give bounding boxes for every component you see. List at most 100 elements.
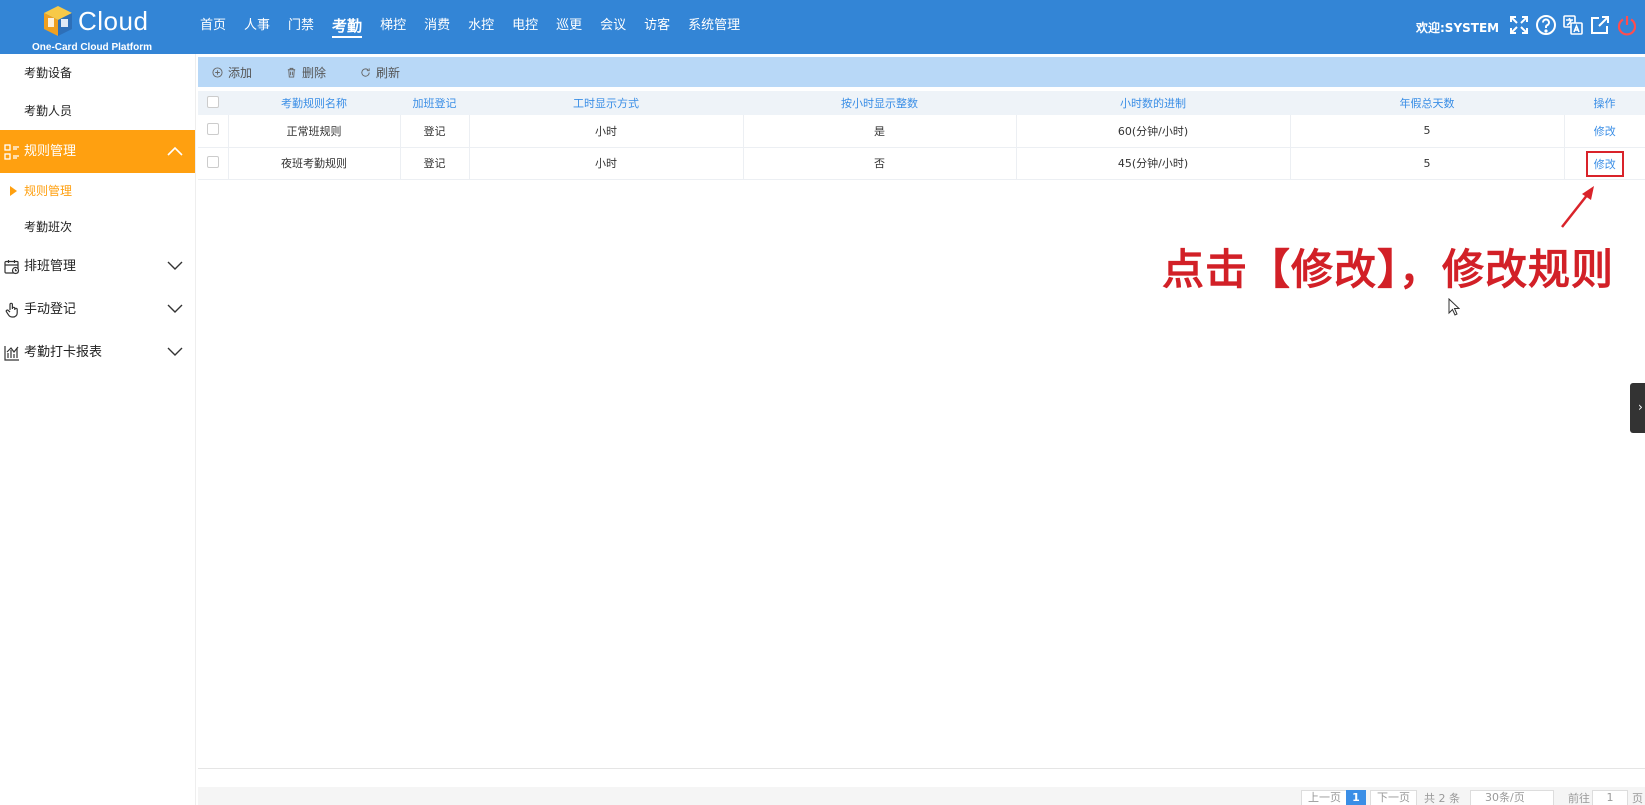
cell-hour-base: 60(分钟/小时) [1016, 115, 1291, 148]
sidebar: 考勤设备 考勤人员 规则管理 规则管理 考勤班次 排班管理 手动登记 考勤打卡报… [0, 54, 196, 805]
cell-integer: 是 [743, 115, 1017, 148]
list-icon [4, 144, 19, 160]
total-count: 共 2 条 [1424, 792, 1460, 805]
chevron-right-icon: › [1638, 400, 1643, 414]
select-all-cell [198, 91, 228, 115]
sidebar-group-schedule[interactable]: 排班管理 [0, 245, 195, 288]
header-tools [1508, 14, 1643, 36]
nav-visitor[interactable]: 访客 [644, 0, 670, 54]
sidebar-group-label: 考勤打卡报表 [24, 345, 103, 360]
select-all-checkbox[interactable] [207, 95, 219, 108]
delete-button[interactable]: 删除 [286, 64, 326, 81]
refresh-button-label: 刷新 [376, 65, 401, 80]
nav-elevator[interactable]: 梯控 [380, 0, 406, 54]
divider [198, 768, 1645, 769]
nav-consumption[interactable]: 消费 [424, 0, 450, 54]
calendar-icon [4, 260, 20, 275]
chevron-down-icon [167, 261, 183, 270]
external-link-icon[interactable] [1589, 14, 1611, 36]
hand-pointer-icon [5, 302, 18, 318]
sidebar-group-rule-management[interactable]: 规则管理 [0, 130, 195, 173]
table-row[interactable]: 夜班考勤规则 登记 小时 否 45(分钟/小时) 5 修改 [198, 147, 1645, 180]
column-header[interactable]: 工时显示方式 [469, 91, 743, 115]
column-header[interactable]: 年假总天数 [1290, 91, 1564, 115]
refresh-button[interactable]: 刷新 [360, 64, 400, 81]
pagination: 上一页 1 下一页 共 2 条 30条/页 前往 1 页 [198, 787, 1645, 805]
action-toolbar: 添加 删除 刷新 [198, 57, 1645, 87]
main-nav: 首页 人事 门禁 考勤 梯控 消费 水控 电控 巡更 会议 访客 系统管理 [200, 0, 758, 54]
sidebar-group-label: 手动登记 [24, 302, 77, 317]
cell-integer: 否 [743, 147, 1017, 180]
nav-meeting[interactable]: 会议 [600, 0, 626, 54]
trash-icon [287, 67, 296, 78]
column-header[interactable]: 按小时显示整数 [743, 91, 1016, 115]
nav-system[interactable]: 系统管理 [688, 0, 740, 54]
edit-link[interactable]: 修改 [1594, 158, 1616, 171]
top-header: Cloud One-Card Cloud Platform 首页 人事 门禁 考… [0, 0, 1645, 54]
column-header: 操作 [1564, 91, 1645, 115]
logo-subtitle: One-Card Cloud Platform [32, 42, 153, 53]
sidebar-sub-rule-management[interactable]: 规则管理 [0, 173, 195, 209]
nav-access[interactable]: 门禁 [288, 0, 314, 54]
cell-annual-days: 5 [1290, 115, 1565, 148]
goto-page-input[interactable]: 1 [1592, 790, 1628, 805]
nav-power[interactable]: 电控 [512, 0, 538, 54]
cell-overtime: 登记 [400, 147, 470, 180]
cell-action: 修改 [1564, 115, 1645, 148]
next-page-button[interactable]: 下一页 [1370, 790, 1417, 805]
row-checkbox[interactable] [206, 155, 219, 168]
row-checkbox-cell [198, 115, 229, 148]
current-page-button[interactable]: 1 [1346, 790, 1366, 805]
page-unit-label: 页 [1632, 792, 1643, 805]
sidebar-group-label: 规则管理 [24, 144, 77, 159]
annotation-arrow-icon [1561, 186, 1594, 228]
goto-label: 前往 [1568, 792, 1590, 805]
logo[interactable]: Cloud One-Card Cloud Platform [22, 2, 182, 53]
nav-patrol[interactable]: 巡更 [556, 0, 582, 54]
active-marker-icon [10, 186, 17, 196]
sidebar-sub-label: 考勤班次 [24, 220, 73, 234]
annotation-text: 点击【修改】，修改规则 [1162, 245, 1615, 294]
nav-water[interactable]: 水控 [468, 0, 494, 54]
logo-cube-icon [44, 6, 72, 36]
row-checkbox[interactable] [206, 123, 219, 136]
cell-rule-name: 夜班考勤规则 [228, 147, 401, 180]
side-panel-toggle[interactable]: › [1630, 383, 1645, 433]
page-size-select[interactable]: 30条/页 [1470, 790, 1554, 805]
nav-hr[interactable]: 人事 [244, 0, 270, 54]
sidebar-item-attendance-device[interactable]: 考勤设备 [0, 54, 195, 92]
sidebar-group-manual-register[interactable]: 手动登记 [0, 288, 195, 331]
cell-rule-name: 正常班规则 [228, 115, 401, 148]
plus-circle-icon [212, 66, 223, 78]
nav-home[interactable]: 首页 [200, 0, 226, 54]
fullscreen-icon[interactable] [1508, 14, 1530, 36]
sidebar-group-attendance-report[interactable]: 考勤打卡报表 [0, 331, 195, 374]
welcome-text: 欢迎:SYSTEM [1416, 21, 1500, 35]
cell-annual-days: 5 [1290, 147, 1565, 180]
chevron-down-icon [167, 304, 183, 313]
edit-link[interactable]: 修改 [1594, 125, 1616, 138]
cell-display-mode: 小时 [469, 115, 744, 148]
logo-text: Cloud [78, 6, 149, 36]
sidebar-item-attendance-staff[interactable]: 考勤人员 [0, 92, 195, 130]
language-icon[interactable] [1562, 14, 1584, 36]
help-icon[interactable] [1535, 14, 1557, 36]
add-button[interactable]: 添加 [212, 64, 252, 81]
table-header-row: 考勤规则名称 加班登记 工时显示方式 按小时显示整数 小时数的进制 年假总天数 … [198, 91, 1645, 115]
refresh-icon [361, 67, 370, 77]
cell-action: 修改 [1564, 147, 1645, 180]
table-row[interactable]: 正常班规则 登记 小时 是 60(分钟/小时) 5 修改 [198, 115, 1645, 148]
sidebar-sub-attendance-shift[interactable]: 考勤班次 [0, 209, 195, 245]
power-icon[interactable] [1616, 14, 1638, 36]
mouse-cursor-icon [1448, 298, 1460, 316]
delete-button-label: 删除 [302, 65, 327, 80]
nav-attendance[interactable]: 考勤 [332, 0, 363, 54]
column-header[interactable]: 考勤规则名称 [228, 91, 400, 115]
prev-page-button[interactable]: 上一页 [1301, 790, 1348, 805]
chevron-down-icon [167, 347, 183, 356]
add-button-label: 添加 [228, 65, 253, 80]
column-header[interactable]: 加班登记 [400, 91, 469, 115]
column-header[interactable]: 小时数的进制 [1016, 91, 1290, 115]
sidebar-group-label: 排班管理 [24, 259, 77, 274]
chevron-up-icon [167, 146, 183, 156]
